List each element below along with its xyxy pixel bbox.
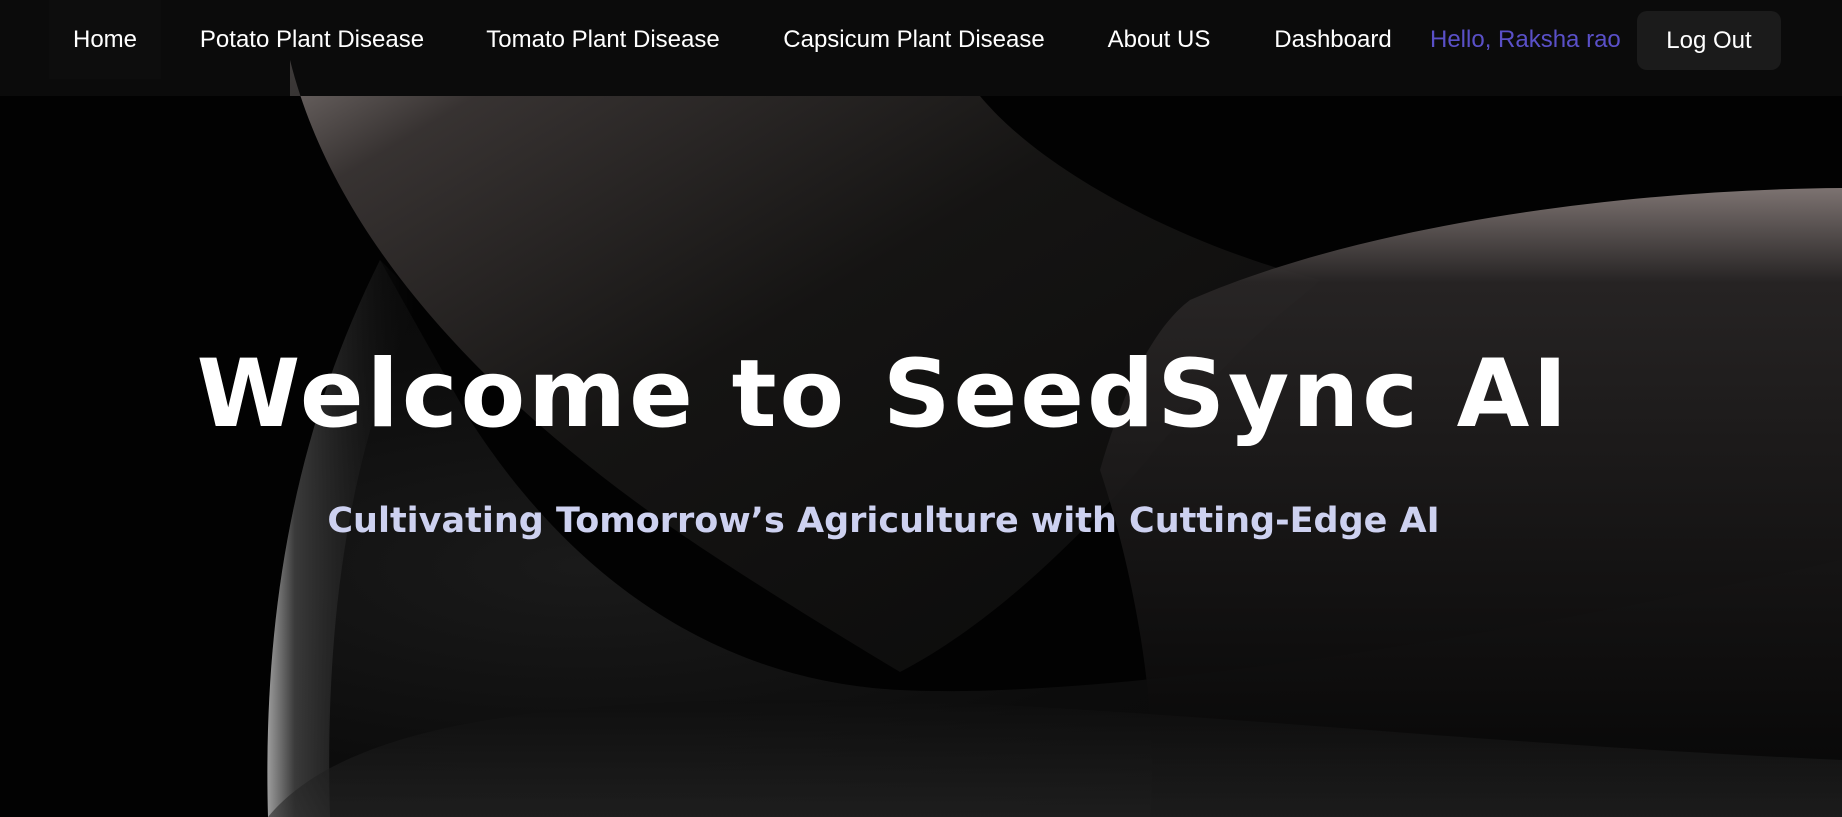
top-navbar: Home Potato Plant Disease Tomato Plant D… bbox=[0, 0, 1842, 96]
nav-potato-plant-disease-link[interactable]: Potato Plant Disease bbox=[190, 0, 434, 79]
logout-button[interactable]: Log Out bbox=[1637, 11, 1781, 70]
hero-subtitle: Cultivating Tomorrow’s Agriculture with … bbox=[327, 501, 1440, 541]
nav-dashboard-link[interactable]: Dashboard bbox=[1263, 0, 1403, 79]
nav-tomato-plant-disease-link[interactable]: Tomato Plant Disease bbox=[477, 0, 729, 79]
page: Home Potato Plant Disease Tomato Plant D… bbox=[0, 0, 1842, 817]
hero-title: Welcome to SeedSync AI bbox=[196, 340, 1571, 449]
nav-about-us-link[interactable]: About US bbox=[1099, 0, 1219, 79]
nav-capsicum-plant-disease-link[interactable]: Capsicum Plant Disease bbox=[773, 0, 1055, 79]
user-greeting: Hello, Raksha rao bbox=[1430, 25, 1621, 53]
nav-home-link[interactable]: Home bbox=[49, 0, 161, 79]
